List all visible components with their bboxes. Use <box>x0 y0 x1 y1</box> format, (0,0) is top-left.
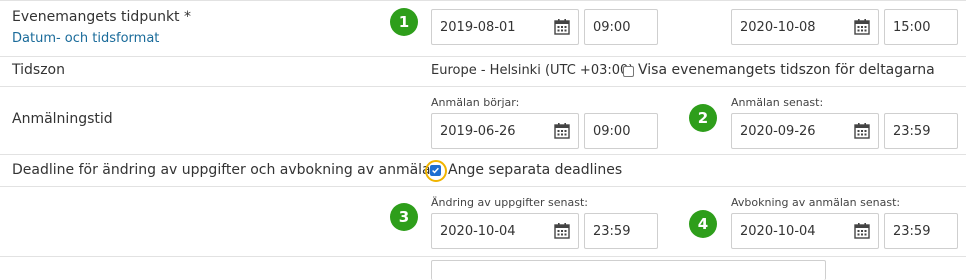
registration-end-date-value: 2020-09-26 <box>740 123 816 139</box>
registration-period-label: Anmälningstid <box>12 111 113 127</box>
cancel-deadline-caption: Avbokning av anmälan senast: <box>731 196 901 209</box>
show-timezone-checkbox[interactable] <box>623 66 634 77</box>
calendar-icon[interactable] <box>554 19 570 35</box>
timezone-value: Europe - Helsinki (UTC +03:00) <box>431 63 634 78</box>
event-end-date-input[interactable]: 2020-10-08 <box>731 9 879 45</box>
event-time-label: Evenemangets tidpunkt * <box>12 9 191 25</box>
show-timezone-label: Visa evenemangets tidszon för deltagarna <box>638 62 935 78</box>
event-end-time-input[interactable]: 15:00 <box>884 9 958 45</box>
calendar-icon[interactable] <box>554 123 570 139</box>
calendar-icon[interactable] <box>854 123 870 139</box>
step-badge-2: 2 <box>689 104 717 132</box>
step-badge-3: 3 <box>390 203 418 231</box>
next-field-partial[interactable] <box>431 260 826 280</box>
registration-end-caption: Anmälan senast: <box>731 96 824 109</box>
cancel-deadline-date-input[interactable]: 2020-10-04 <box>731 213 879 249</box>
row-divider <box>0 0 966 1</box>
registration-start-caption: Anmälan börjar: <box>431 96 520 109</box>
checkmark-icon <box>432 167 439 174</box>
row-divider <box>0 86 966 87</box>
event-start-date-value: 2019-08-01 <box>440 19 516 35</box>
event-end-time-value: 15:00 <box>893 19 931 35</box>
registration-end-date-input[interactable]: 2020-09-26 <box>731 113 879 149</box>
calendar-icon[interactable] <box>854 19 870 35</box>
event-start-date-input[interactable]: 2019-08-01 <box>431 9 579 45</box>
calendar-icon[interactable] <box>554 223 570 239</box>
registration-start-date-value: 2019-06-26 <box>440 123 516 139</box>
registration-end-time-value: 23:59 <box>893 123 931 139</box>
event-end-date-value: 2020-10-08 <box>740 19 816 35</box>
row-divider <box>0 154 966 155</box>
registration-start-date-input[interactable]: 2019-06-26 <box>431 113 579 149</box>
change-deadline-time-value: 23:59 <box>593 223 631 239</box>
row-divider <box>0 256 966 257</box>
event-start-time-input[interactable]: 09:00 <box>584 9 658 45</box>
deadline-label: Deadline för ändring av uppgifter och av… <box>12 162 440 178</box>
timezone-label: Tidszon <box>12 62 65 78</box>
event-start-time-value: 09:00 <box>593 19 631 35</box>
cancel-deadline-time-value: 23:59 <box>893 223 931 239</box>
change-deadline-caption: Ändring av uppgifter senast: <box>431 196 588 209</box>
cancel-deadline-time-input[interactable]: 23:59 <box>884 213 958 249</box>
date-time-format-link[interactable]: Datum- och tidsformat <box>12 31 159 46</box>
registration-start-time-input[interactable]: 09:00 <box>584 113 658 149</box>
separate-deadlines-checkbox[interactable] <box>430 165 441 176</box>
change-deadline-date-value: 2020-10-04 <box>440 223 516 239</box>
cancel-deadline-date-value: 2020-10-04 <box>740 223 816 239</box>
row-divider <box>0 186 966 187</box>
step-badge-4: 4 <box>689 210 717 238</box>
registration-end-time-input[interactable]: 23:59 <box>884 113 958 149</box>
change-deadline-time-input[interactable]: 23:59 <box>584 213 658 249</box>
separate-deadlines-label: Ange separata deadlines <box>448 162 623 178</box>
registration-start-time-value: 09:00 <box>593 123 631 139</box>
step-badge-1: 1 <box>390 8 418 36</box>
calendar-icon[interactable] <box>854 223 870 239</box>
row-divider <box>0 56 966 57</box>
change-deadline-date-input[interactable]: 2020-10-04 <box>431 213 579 249</box>
